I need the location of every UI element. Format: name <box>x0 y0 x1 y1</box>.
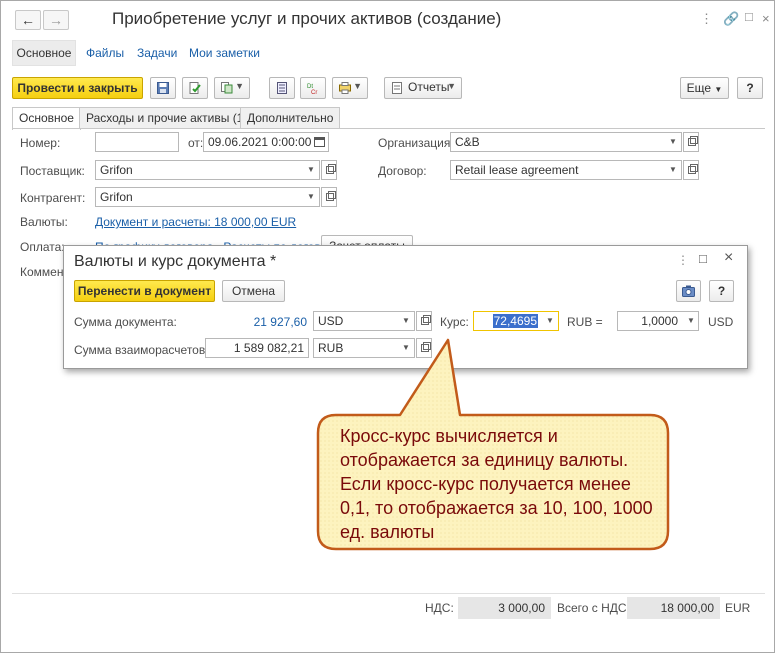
callout-bubble <box>316 338 670 551</box>
callout-text: Кросс-курс вычисляется и отображается за… <box>340 426 653 542</box>
